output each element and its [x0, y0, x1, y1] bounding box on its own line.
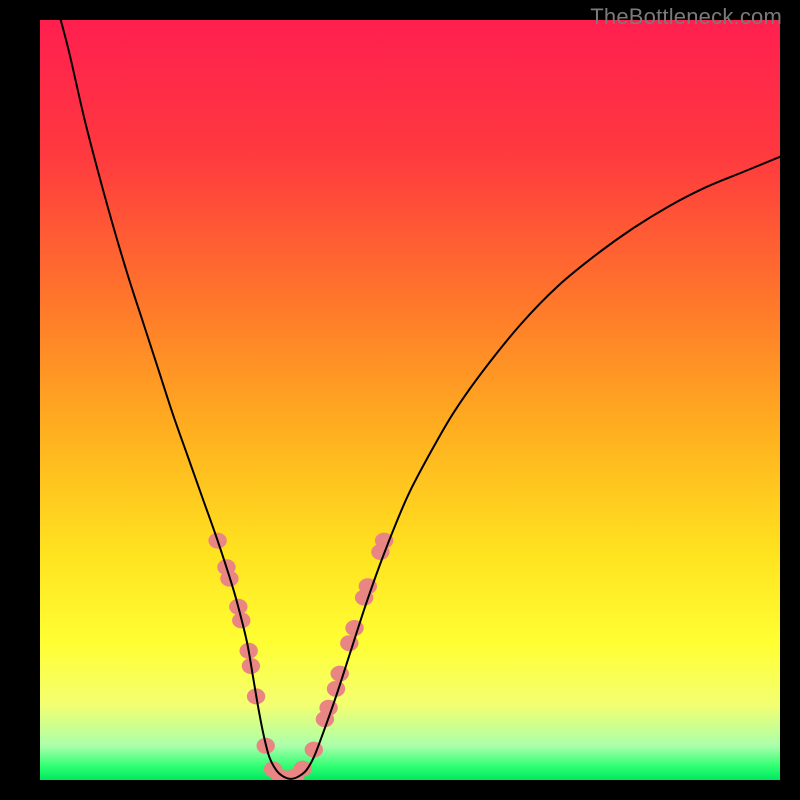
watermark-text: TheBottleneck.com [590, 4, 782, 30]
gradient-background [40, 20, 780, 780]
bottleneck-chart [40, 20, 780, 780]
chart-frame: TheBottleneck.com [0, 0, 800, 800]
